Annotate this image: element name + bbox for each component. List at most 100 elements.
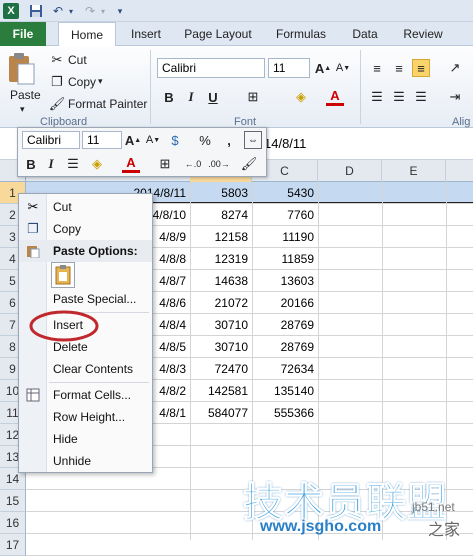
mini-font-size-combo[interactable]: 11 <box>82 131 122 149</box>
excel-icon[interactable]: X <box>3 3 19 19</box>
cell[interactable]: 30710 <box>190 314 252 336</box>
paste-dropdown-icon[interactable]: ▾ <box>20 104 25 115</box>
underline-icon[interactable]: U <box>204 88 222 106</box>
cell[interactable]: 5430 <box>252 182 318 204</box>
cell[interactable]: 584077 <box>190 402 252 424</box>
mini-font-color-icon[interactable]: A <box>122 155 140 173</box>
font-color-icon[interactable]: A <box>326 88 344 106</box>
orientation-icon[interactable]: ↗ <box>446 59 464 77</box>
shrink-font-icon[interactable]: A ▼ <box>334 59 352 77</box>
customize-toolbar-icon[interactable]: ▾ <box>114 3 126 19</box>
tab-formulas[interactable]: Formulas <box>268 22 334 46</box>
save-icon[interactable] <box>28 3 44 19</box>
tab-insert[interactable]: Insert <box>124 22 168 46</box>
mini-percent-button[interactable]: % <box>196 131 214 149</box>
undo-dropdown-icon[interactable]: ▾ <box>66 3 76 19</box>
menu-item-clear-contents[interactable]: Clear Contents <box>19 358 152 380</box>
mini-accounting-format-icon[interactable]: $ <box>166 131 184 149</box>
mini-font-name-combo[interactable]: Calibri <box>22 131 80 149</box>
mini-decrease-decimal-icon[interactable]: .00→ <box>208 155 230 173</box>
redo-icon[interactable]: ↷ <box>82 3 98 19</box>
format-painter-button[interactable]: Format Painter <box>68 97 147 111</box>
copy-icon[interactable]: ❐ <box>48 73 66 91</box>
cell[interactable]: 135140 <box>252 380 318 402</box>
paste-option-keep-formatting[interactable] <box>51 262 75 288</box>
cut-icon[interactable]: ✂ <box>48 51 66 69</box>
formula-input[interactable]: 14/8/11 <box>264 136 306 151</box>
grow-font-icon[interactable]: A ▲ <box>314 59 332 77</box>
paste-button-label[interactable]: Paste <box>10 88 41 102</box>
mini-italic-icon[interactable]: I <box>42 155 60 173</box>
cell[interactable]: 28769 <box>252 336 318 358</box>
mini-merge-center-icon[interactable]: ⇔ <box>244 131 262 149</box>
watermark-site: jb51.net <box>412 500 455 514</box>
menu-item-hide[interactable]: Hide <box>19 428 152 450</box>
row-header[interactable]: 16 <box>0 512 26 534</box>
cell[interactable]: 72634 <box>252 358 318 380</box>
cell[interactable]: 7760 <box>252 204 318 226</box>
menu-item-label: Row Height... <box>53 410 126 424</box>
paste-icon[interactable] <box>6 52 36 88</box>
align-left-icon[interactable]: ☰ <box>368 88 386 106</box>
format-painter-icon[interactable]: 🖌 <box>48 95 66 113</box>
align-top-icon[interactable]: ≡ <box>368 59 386 77</box>
mini-comma-button[interactable]: , <box>220 131 238 149</box>
mini-center-icon[interactable]: ☰ <box>64 155 82 173</box>
cell[interactable]: 14638 <box>190 270 252 292</box>
row-header[interactable]: 15 <box>0 490 26 512</box>
tab-page-layout[interactable]: Page Layout <box>178 22 258 46</box>
tab-data[interactable]: Data <box>344 22 386 46</box>
redo-dropdown-icon[interactable]: ▾ <box>98 3 108 19</box>
cell[interactable]: 20166 <box>252 292 318 314</box>
menu-item-label: Cut <box>53 200 72 214</box>
menu-item-label: Hide <box>53 432 78 446</box>
cell[interactable]: 12319 <box>190 248 252 270</box>
cell[interactable]: 30710 <box>190 336 252 358</box>
cell[interactable]: 13603 <box>252 270 318 292</box>
align-middle-icon[interactable]: ≡ <box>390 59 408 77</box>
align-center-icon[interactable]: ☰ <box>390 88 408 106</box>
copy-dropdown-icon[interactable]: ▾ <box>98 76 103 87</box>
copy-button[interactable]: Copy <box>68 75 96 89</box>
align-right-icon[interactable]: ☰ <box>412 88 430 106</box>
align-bottom-icon[interactable]: ≡ <box>412 59 430 77</box>
mini-increase-decimal-icon[interactable]: ←.0 <box>184 155 202 173</box>
column-header-e[interactable]: E <box>382 160 446 182</box>
cut-button[interactable]: Cut <box>68 53 87 67</box>
cell[interactable]: 28769 <box>252 314 318 336</box>
font-size-combo[interactable]: 11 <box>268 58 310 78</box>
cell[interactable]: 142581 <box>190 380 252 402</box>
indent-icon[interactable]: ⇥ <box>446 88 464 106</box>
mini-format-painter-icon[interactable]: 🖌 <box>240 155 258 173</box>
cell[interactable]: 21072 <box>190 292 252 314</box>
menu-item-row-height[interactable]: Row Height... <box>19 406 152 428</box>
column-header-d[interactable]: D <box>318 160 382 182</box>
mini-bold-icon[interactable]: B <box>22 155 40 173</box>
fill-color-icon[interactable]: ◈ <box>292 88 310 106</box>
menu-item-paste-special[interactable]: Paste Special... <box>19 288 152 310</box>
row-header[interactable]: 17 <box>0 534 26 556</box>
menu-item-unhide[interactable]: Unhide <box>19 450 152 472</box>
title-bar: X ↶ ▾ ↷ ▾ ▾ <box>0 0 473 22</box>
mini-borders-icon[interactable]: ⊞ <box>156 155 174 173</box>
borders-icon[interactable]: ⊞ <box>244 88 262 106</box>
mini-fill-color-icon[interactable]: ◈ <box>88 155 106 173</box>
cell[interactable]: 11190 <box>252 226 318 248</box>
font-name-combo[interactable]: Calibri <box>157 58 265 78</box>
cut-icon: ✂ <box>27 199 39 214</box>
cell[interactable]: 72470 <box>190 358 252 380</box>
tab-file[interactable]: File <box>0 22 46 46</box>
cell[interactable]: 555366 <box>252 402 318 424</box>
italic-icon[interactable]: I <box>182 88 200 106</box>
tab-home[interactable]: Home <box>58 22 116 47</box>
cell[interactable]: 5803 <box>190 182 252 204</box>
tab-review[interactable]: Review <box>396 22 450 46</box>
mini-shrink-font-icon[interactable]: A ▼ <box>144 131 162 149</box>
cell[interactable]: 11859 <box>252 248 318 270</box>
mini-grow-font-icon[interactable]: A ▲ <box>124 131 142 149</box>
undo-icon[interactable]: ↶ <box>50 3 66 19</box>
ribbon-tabs: File Home Insert Page Layout Formulas Da… <box>0 22 473 47</box>
cell[interactable]: 8274 <box>190 204 252 226</box>
cell[interactable]: 12158 <box>190 226 252 248</box>
bold-icon[interactable]: B <box>160 88 178 106</box>
